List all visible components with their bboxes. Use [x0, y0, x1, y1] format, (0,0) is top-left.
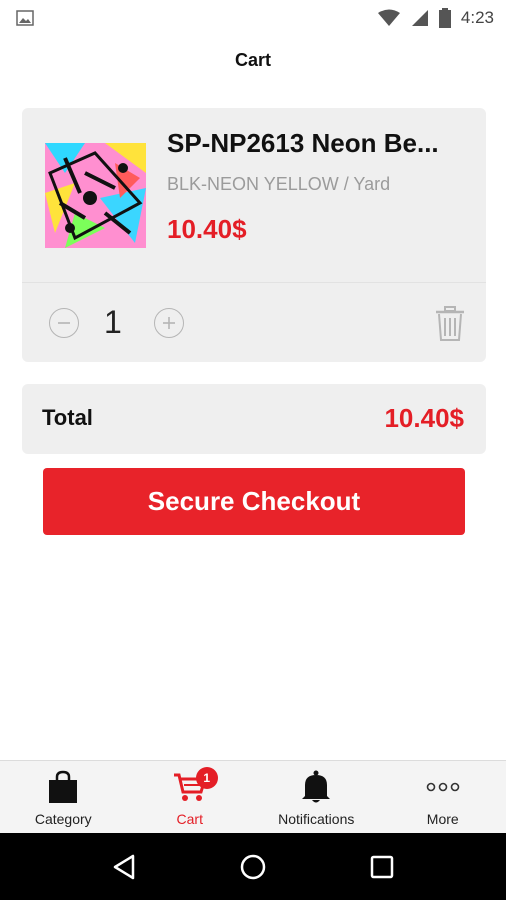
page-title: Cart	[234, 50, 271, 70]
status-time: 4:23	[460, 8, 494, 27]
total-label: Total	[42, 405, 93, 430]
nav-label-more: More	[426, 811, 459, 827]
image-icon	[16, 10, 34, 26]
home-icon[interactable]	[239, 853, 267, 881]
nav-label-category: Category	[34, 811, 92, 827]
product-name[interactable]: SP-NP2613 Neon Be...	[167, 128, 472, 159]
battery-icon	[438, 8, 451, 28]
card-divider	[22, 282, 486, 283]
recents-icon[interactable]	[370, 855, 394, 879]
wifi-icon	[377, 9, 400, 26]
decrease-quantity-button[interactable]	[49, 308, 79, 338]
nav-item-cart[interactable]: 1 Cart	[127, 761, 254, 833]
product-price: 10.40$	[167, 214, 247, 244]
cart-item-card: SP-NP2613 Neon Be... BLK-NEON YELLOW / Y…	[22, 108, 486, 362]
trash-icon[interactable]	[434, 306, 466, 342]
cart-badge: 1	[195, 767, 218, 789]
bottom-nav: Category 1 Cart Notifications More	[0, 760, 506, 833]
plus-icon	[163, 317, 175, 329]
signal-icon	[411, 10, 428, 26]
back-icon[interactable]	[112, 854, 136, 880]
nav-item-more[interactable]: More	[380, 761, 506, 833]
more-dots-icon	[426, 782, 460, 792]
quantity-value: 1	[104, 304, 122, 340]
cart-screen: 4:23 Cart SP-NP2613 Neon Be... BLK-NEON	[0, 0, 506, 900]
total-value: 10.40$	[384, 403, 464, 433]
nav-label-cart: Cart	[176, 811, 203, 827]
nav-item-category[interactable]: Category	[0, 761, 127, 833]
minus-icon	[58, 322, 70, 324]
product-variant: BLK-NEON YELLOW / Yard	[167, 174, 391, 194]
bell-icon	[302, 770, 331, 803]
nav-item-notifications[interactable]: Notifications	[253, 761, 380, 833]
secure-checkout-button[interactable]: Secure Checkout	[43, 468, 465, 535]
product-image[interactable]	[45, 143, 146, 248]
nav-label-notifications: Notifications	[278, 811, 355, 827]
total-summary: Total 10.40$	[22, 384, 486, 454]
increase-quantity-button[interactable]	[154, 308, 184, 338]
system-nav-bar	[0, 833, 506, 900]
shopping-bag-icon	[49, 770, 78, 803]
status-bar: 4:23	[0, 0, 506, 36]
